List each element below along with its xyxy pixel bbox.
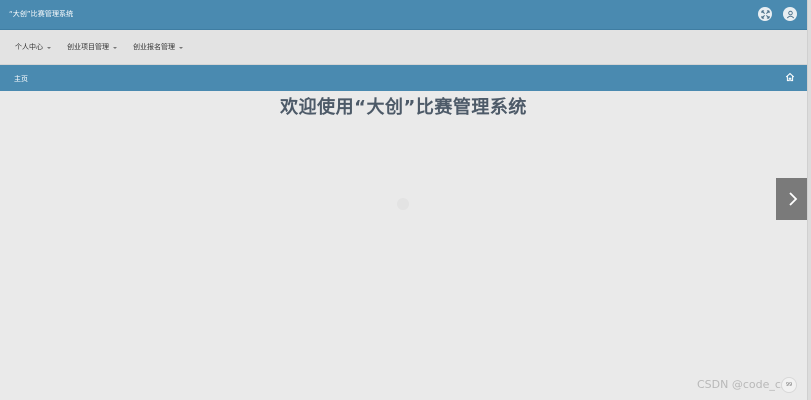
page: “大创”比赛管理系统 个人中心 创业项目管理 创业报名管理 主页 欢迎使用“大创… [0, 0, 811, 400]
user-button[interactable] [783, 7, 797, 21]
welcome-title: 欢迎使用“大创”比赛管理系统 [280, 97, 527, 118]
loading-indicator [397, 198, 409, 210]
corner-badge-button[interactable]: 99 [781, 377, 797, 393]
chevron-down-icon [47, 46, 51, 49]
user-icon [786, 10, 794, 18]
chevron-down-icon [179, 46, 183, 49]
menu-item-personal-center[interactable]: 个人中心 [15, 42, 51, 52]
breadcrumb: 主页 [0, 65, 807, 91]
home-icon[interactable] [785, 72, 795, 82]
menu-item-registration-management[interactable]: 创业报名管理 [133, 42, 183, 52]
menu-item-project-management[interactable]: 创业项目管理 [67, 42, 117, 52]
menu-item-label: 个人中心 [15, 43, 43, 51]
top-header: “大创”比赛管理系统 [0, 0, 807, 30]
menu-item-label: 创业报名管理 [133, 43, 175, 51]
app-title: “大创”比赛管理系统 [9, 10, 74, 18]
watermark: CSDN @code_cz [697, 378, 787, 391]
chevron-right-icon [789, 192, 798, 206]
fullscreen-icon [760, 9, 770, 19]
fullscreen-button[interactable] [758, 7, 772, 21]
main-menu: 个人中心 创业项目管理 创业报名管理 [0, 30, 807, 65]
chevron-down-icon [113, 46, 117, 49]
carousel-next-button[interactable] [776, 178, 810, 220]
breadcrumb-home[interactable]: 主页 [14, 74, 28, 84]
window-edge [807, 0, 811, 400]
menu-item-label: 创业项目管理 [67, 43, 109, 51]
